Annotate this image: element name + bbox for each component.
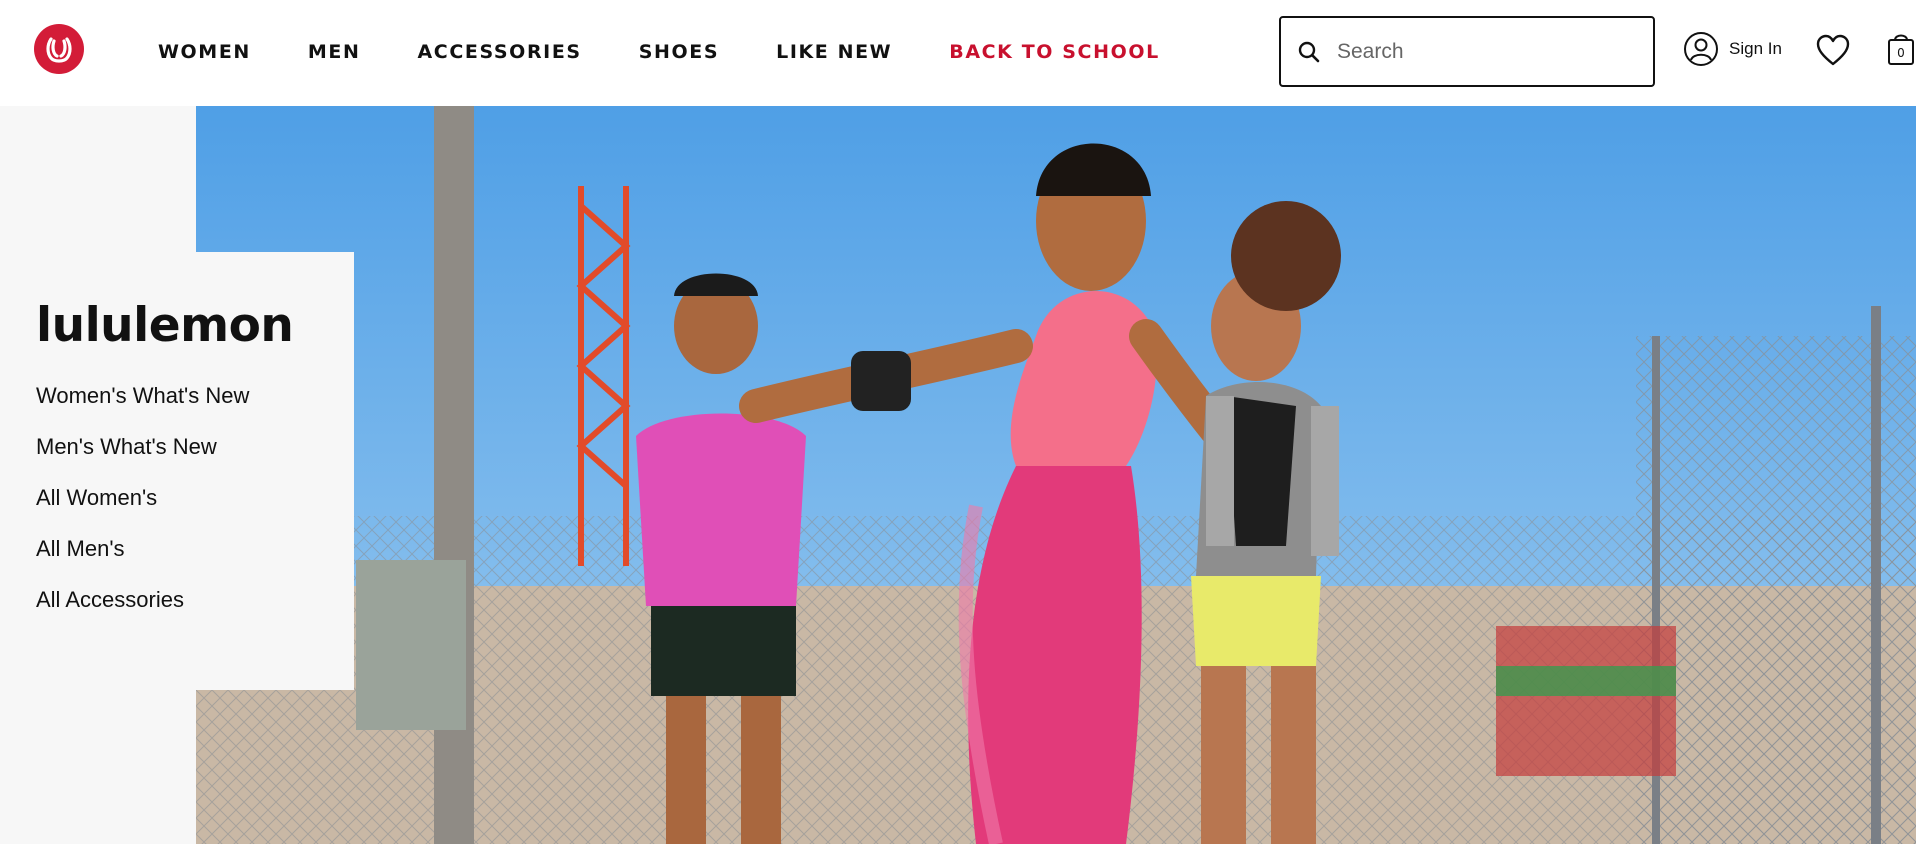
link-all-womens[interactable]: All Women's: [36, 485, 354, 511]
main-nav: WOMEN MEN ACCESSORIES SHOES LIKE NEW BAC…: [158, 0, 1217, 104]
nav-women[interactable]: WOMEN: [158, 41, 251, 63]
hero-title: lululemon: [36, 298, 294, 353]
sign-in-button[interactable]: Sign In: [1683, 31, 1782, 67]
hero-panel: lululemon Women's What's New Men's What'…: [0, 252, 354, 690]
search-box[interactable]: [1279, 16, 1655, 87]
heart-icon: [1816, 34, 1850, 66]
lululemon-logo[interactable]: [34, 24, 84, 74]
nav-shoes[interactable]: SHOES: [639, 41, 719, 63]
link-all-accessories[interactable]: All Accessories: [36, 587, 354, 613]
sign-in-label: Sign In: [1729, 39, 1782, 58]
nav-accessories[interactable]: ACCESSORIES: [418, 41, 582, 63]
nav-men[interactable]: MEN: [308, 41, 361, 63]
nav-back-to-school[interactable]: BACK TO SCHOOL: [949, 41, 1160, 63]
hero-image[interactable]: [196, 106, 1916, 844]
site-header: WOMEN MEN ACCESSORIES SHOES LIKE NEW BAC…: [0, 0, 1916, 106]
hero-photo-illustration: [196, 106, 1916, 844]
hero-section: lululemon Women's What's New Men's What'…: [0, 106, 1916, 844]
shopping-bag-icon: 0: [1888, 34, 1914, 65]
link-mens-whats-new[interactable]: Men's What's New: [36, 434, 354, 460]
search-input[interactable]: [1337, 39, 1617, 64]
link-womens-whats-new[interactable]: Women's What's New: [36, 383, 354, 409]
cart-count: 0: [1897, 46, 1905, 60]
lululemon-logo-icon: [46, 37, 72, 63]
wishlist-button[interactable]: [1815, 33, 1851, 72]
user-icon: [1684, 32, 1718, 66]
cart-button[interactable]: 0: [1886, 30, 1916, 71]
link-all-mens[interactable]: All Men's: [36, 536, 354, 562]
nav-like-new[interactable]: LIKE NEW: [776, 41, 892, 63]
search-icon: [1298, 41, 1320, 62]
